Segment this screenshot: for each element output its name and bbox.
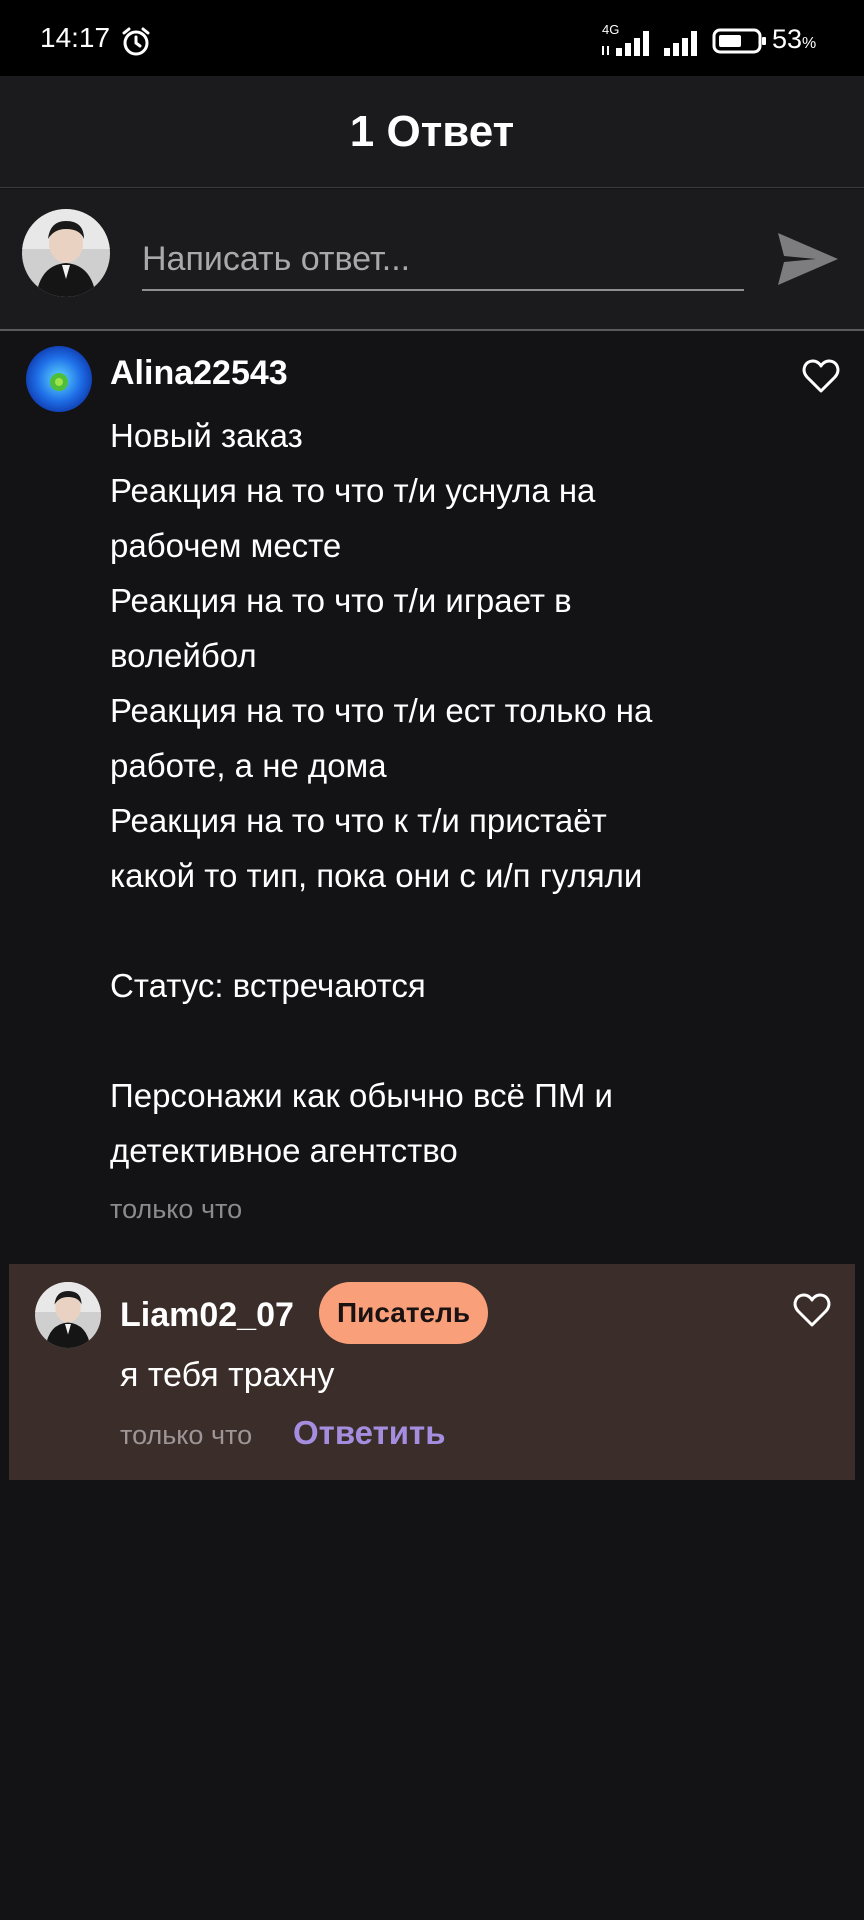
heart-icon[interactable] (802, 358, 840, 394)
signal-icon-secondary (664, 31, 697, 56)
writer-badge: Писатель (319, 1282, 489, 1344)
alarm-icon (122, 27, 150, 56)
comment-text: Новый заказ Реакция на то что т/и уснула… (110, 417, 653, 1169)
avatar[interactable] (35, 1282, 101, 1348)
avatar[interactable] (26, 346, 92, 412)
reply-text: я тебя трахну (120, 1356, 335, 1394)
answer-button[interactable]: Ответить (293, 1414, 446, 1452)
heart-icon[interactable] (793, 1292, 831, 1328)
reply-input[interactable] (142, 229, 744, 291)
comment-timestamp: только что (110, 1194, 243, 1224)
page-title: 1 Ответ (349, 106, 515, 156)
reply-author[interactable]: Liam02_07 (120, 1296, 294, 1335)
status-bar: 14:17 4G 53% (0, 0, 864, 76)
send-icon[interactable] (776, 229, 840, 289)
reply-item: Liam02_07 Писатель я тебя трахну только … (9, 1264, 855, 1480)
comment-author[interactable]: Alina22543 (110, 354, 288, 393)
status-time: 14:17 (40, 22, 111, 53)
battery-icon (712, 28, 766, 54)
reply-composer (0, 189, 864, 331)
signal-icon (602, 31, 649, 56)
page-header: 1 Ответ (0, 76, 864, 188)
battery-percent: 53% (772, 24, 817, 54)
avatar[interactable] (22, 209, 110, 297)
reply-timestamp: только что (120, 1420, 253, 1450)
